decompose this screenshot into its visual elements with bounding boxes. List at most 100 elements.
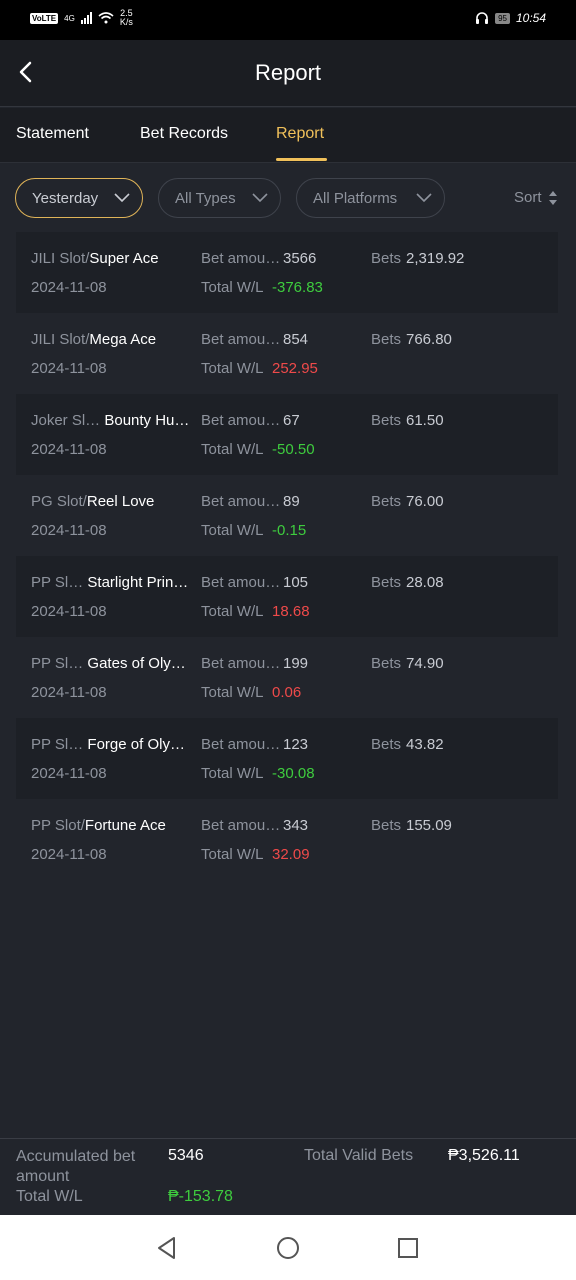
record-date: 2024-11-08 [31,846,107,863]
game-name: Joker Sl… Bounty Hu… [31,412,190,429]
total-wl-label: Total W/L [201,360,264,377]
bets-label: Bets [371,655,402,672]
platform-filter[interactable]: All Platforms [296,178,445,218]
chevron-down-icon [252,193,268,203]
type-filter[interactable]: All Types [158,178,281,218]
bets-label: Bets [371,250,402,267]
nav-recents-icon[interactable] [395,1235,421,1261]
game-name: PP Sl… Forge of Oly… [31,736,185,753]
total-wl-summary-label: Total W/L [16,1188,83,1205]
sort-button[interactable]: Sort [514,189,558,206]
bet-amount-label: Bet amou… [201,655,281,672]
nav-back-icon[interactable] [154,1235,180,1261]
record-date: 2024-11-08 [31,603,107,620]
status-right: 95 10:54 [475,11,546,25]
chevron-down-icon [416,193,432,203]
page-title: Report [254,60,322,85]
total-wl-label: Total W/L [201,846,264,863]
bets-label: Bets [371,331,402,348]
record-date: 2024-11-08 [31,360,107,377]
bet-amount-label: Bet amou… [201,493,281,510]
sort-label: Sort [514,189,542,206]
bets-value: 155.09 [406,817,452,834]
total-wl-label: Total W/L [201,279,264,296]
total-wl-value: 252.95 [272,360,318,377]
game-name: PP Slot/Fortune Ace [31,817,166,834]
record-date: 2024-11-08 [31,684,107,701]
bets-value: 2,319.92 [406,250,465,267]
battery-icon: 95 [495,12,510,24]
bets-label: Bets [371,493,402,510]
bet-amount-value: 89 [283,493,300,510]
bets-value: 28.08 [406,574,444,591]
game-name: JILI Slot/Mega Ace [31,331,157,348]
report-row[interactable]: JILI Slot/Mega Ace 2024-11-08 Bet amou… … [16,313,558,394]
bet-amount-label: Bet amou… [201,412,281,429]
report-row[interactable]: PP Sl… Forge of Oly… 2024-11-08 Bet amou… [16,718,558,799]
bet-amount-value: 123 [283,736,309,753]
total-wl-label: Total W/L [201,765,264,782]
total-wl-value: -30.08 [272,765,315,782]
bet-amount-value: 67 [283,412,300,429]
total-wl-summary-value: ₱-153.78 [168,1188,233,1205]
bet-amount-label: Bet amou… [201,574,281,591]
date-filter[interactable]: Yesterday [15,178,143,218]
record-date: 2024-11-08 [31,279,107,296]
bet-amount-value: 105 [283,574,309,591]
total-wl-label: Total W/L [201,441,264,458]
status-bar: VoLTE 4G 2.5 K/s 95 10:54 [0,0,576,40]
bet-amount-label: Bet amou… [201,331,281,348]
total-wl-value: -0.15 [272,522,307,539]
total-wl-value: -50.50 [272,441,315,458]
bets-value: 61.50 [406,412,444,429]
type-filter-label: All Types [175,189,236,207]
game-name: JILI Slot/Super Ace [31,250,159,267]
sort-icon [548,190,557,205]
report-row[interactable]: JILI Slot/Super Ace 2024-11-08 Bet amou…… [16,232,558,313]
total-wl-value: 0.06 [272,684,302,701]
summary-footer: Accumulated bet amount 5346 Total Valid … [0,1138,576,1215]
report-list: JILI Slot/Super Ace 2024-11-08 Bet amou…… [16,232,558,880]
tab-bet-records[interactable]: Bet Records [140,125,228,143]
total-wl-value: 18.68 [272,603,310,620]
tab-bar: Statement Bet Records Report [0,108,576,163]
bet-amount-label: Bet amou… [201,736,281,753]
net-speed: 2.5 K/s [119,8,133,27]
bets-value: 76.00 [406,493,444,510]
date-filter-label: Yesterday [32,189,99,207]
volte-icon: VoLTE [30,12,59,24]
report-row[interactable]: PG Slot/Reel Love 2024-11-08 Bet amou… 8… [16,475,558,556]
report-row[interactable]: PP Sl… Starlight Prin… 2024-11-08 Bet am… [16,556,558,637]
bet-amount-value: 854 [283,331,309,348]
report-row[interactable]: PP Sl… Gates of Oly… 2024-11-08 Bet amou… [16,637,558,718]
total-wl-value: -376.83 [272,279,323,296]
game-name: PP Sl… Starlight Prin… [31,574,189,591]
network-type: 4G [64,13,75,23]
platform-filter-label: All Platforms [313,189,398,207]
record-date: 2024-11-08 [31,441,107,458]
bets-label: Bets [371,736,402,753]
accumulated-bet-label: Accumulated bet amount [16,1148,136,1185]
nav-home-icon[interactable] [275,1235,301,1261]
bets-label: Bets [371,817,402,834]
bet-amount-value: 343 [283,817,309,834]
tab-statement[interactable]: Statement [16,125,89,143]
report-row[interactable]: PP Slot/Fortune Ace 2024-11-08 Bet amou…… [16,799,558,880]
bets-value: 74.90 [406,655,444,672]
bets-label: Bets [371,574,402,591]
bet-amount-value: 199 [283,655,309,672]
signal-icon [80,12,92,24]
app-header: Report [0,40,576,107]
bets-value: 766.80 [406,331,452,348]
total-wl-label: Total W/L [201,522,264,539]
report-row[interactable]: Joker Sl… Bounty Hu… 2024-11-08 Bet amou… [16,394,558,475]
bet-amount-label: Bet amou… [201,250,281,267]
game-name: PP Sl… Gates of Oly… [31,655,186,672]
record-date: 2024-11-08 [31,765,107,782]
tab-report[interactable]: Report [276,125,324,143]
clock: 10:54 [515,11,546,25]
total-wl-label: Total W/L [201,603,264,620]
bet-amount-label: Bet amou… [201,817,281,834]
headset-icon [476,12,489,24]
chevron-down-icon [114,193,130,203]
